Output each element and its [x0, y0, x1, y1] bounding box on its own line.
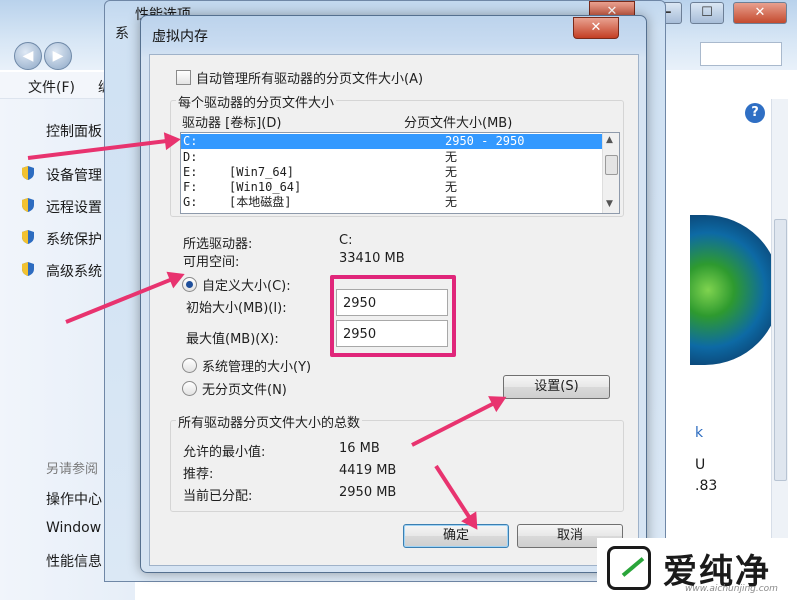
search-input[interactable] — [700, 42, 782, 66]
no-paging-file-radio[interactable] — [182, 381, 197, 396]
auto-manage-checkbox[interactable] — [176, 70, 191, 85]
shield-icon — [22, 262, 34, 276]
shield-icon — [22, 230, 34, 244]
per-drive-group-title: 每个驱动器的分页文件大小 — [176, 92, 337, 111]
scrollbar-thumb[interactable] — [774, 219, 787, 481]
back-arrow-icon: ◀ — [22, 48, 34, 64]
right-pane-text: k — [695, 425, 704, 441]
link-advanced-system[interactable]: 高级系统 — [46, 261, 102, 281]
set-button[interactable]: 设置(S) — [503, 375, 610, 399]
min-allowed-value: 16 MB — [339, 441, 380, 456]
shield-icon — [22, 198, 34, 212]
column-header-drive: 驱动器 [卷标](D) — [182, 116, 282, 131]
list-scrollbar-thumb[interactable] — [605, 155, 618, 175]
right-pane-text: .83 — [695, 478, 718, 494]
forward-arrow-icon: ▶ — [52, 48, 64, 64]
free-space-value: 33410 MB — [339, 251, 405, 266]
recommended-value: 4419 MB — [339, 463, 397, 478]
link-device-manager[interactable]: 设备管理 — [46, 165, 102, 185]
maximize-button[interactable]: ☐ — [690, 2, 724, 24]
scroll-down-icon[interactable]: ▼ — [606, 199, 613, 209]
drive-row[interactable]: G: [本地磁盘] 无 — [181, 195, 602, 210]
help-icon[interactable]: ? — [745, 103, 765, 123]
forward-button[interactable]: ▶ — [44, 42, 72, 70]
selected-drive-value: C: — [339, 233, 353, 248]
link-windows[interactable]: Window — [46, 520, 101, 536]
right-pane-text: U — [695, 457, 706, 473]
list-scrollbar[interactable]: ▲ ▼ — [602, 133, 619, 213]
auto-manage-label: 自动管理所有驱动器的分页文件大小(A) — [196, 72, 424, 87]
current-allocated-label: 当前已分配: — [183, 489, 253, 504]
drive-list[interactable]: C: 2950 - 2950 D: 无 E: [Win7_64] 无 F: [W… — [180, 132, 620, 214]
watermark: 爱纯净 www.aichunjing.com — [597, 538, 797, 600]
highlight-box — [330, 275, 456, 357]
recommended-label: 推荐: — [183, 467, 214, 482]
drive-row[interactable]: C: 2950 - 2950 — [181, 134, 602, 149]
drive-row[interactable]: E: [Win7_64] 无 — [181, 165, 602, 180]
column-header-size: 分页文件大小(MB) — [404, 116, 513, 131]
scroll-up-icon[interactable]: ▲ — [606, 135, 613, 145]
link-control-panel-home[interactable]: 控制面板 — [46, 121, 102, 141]
initial-size-label: 初始大小(MB)(I): — [186, 301, 287, 316]
total-group-title: 所有驱动器分页文件大小的总数 — [176, 412, 363, 431]
custom-size-label: 自定义大小(C): — [202, 279, 291, 294]
current-allocated-value: 2950 MB — [339, 485, 397, 500]
free-space-label: 可用空间: — [183, 255, 240, 270]
selected-drive-label: 所选驱动器: — [183, 237, 253, 252]
link-system-protection[interactable]: 系统保护 — [46, 229, 102, 249]
drive-row[interactable]: F: [Win10_64] 无 — [181, 180, 602, 195]
no-paging-file-label: 无分页文件(N) — [202, 383, 287, 398]
see-also-label: 另请参阅 — [46, 462, 99, 477]
menu-file[interactable]: 文件(F) — [28, 77, 75, 97]
close-button[interactable]: ✕ — [733, 2, 787, 24]
shield-icon — [22, 166, 34, 180]
back-button[interactable]: ◀ — [14, 42, 42, 70]
system-managed-radio[interactable] — [182, 358, 197, 373]
brand-url: www.aichunjing.com — [685, 584, 778, 594]
brand-logo-icon — [607, 546, 651, 590]
dialog-close-button[interactable]: ✕ — [573, 17, 619, 39]
link-performance-info[interactable]: 性能信息 — [46, 551, 102, 571]
link-action-center[interactable]: 操作中心 — [46, 489, 102, 509]
dialog-title: 虚拟内存 — [152, 29, 208, 45]
min-allowed-label: 允许的最小值: — [183, 445, 266, 460]
drive-row[interactable]: D: 无 — [181, 150, 602, 165]
max-size-label: 最大值(MB)(X): — [186, 332, 279, 347]
scrollbar[interactable] — [771, 99, 788, 589]
ok-button[interactable]: 确定 — [403, 524, 509, 548]
system-managed-label: 系统管理的大小(Y) — [202, 360, 312, 375]
link-remote-settings[interactable]: 远程设置 — [46, 197, 102, 217]
